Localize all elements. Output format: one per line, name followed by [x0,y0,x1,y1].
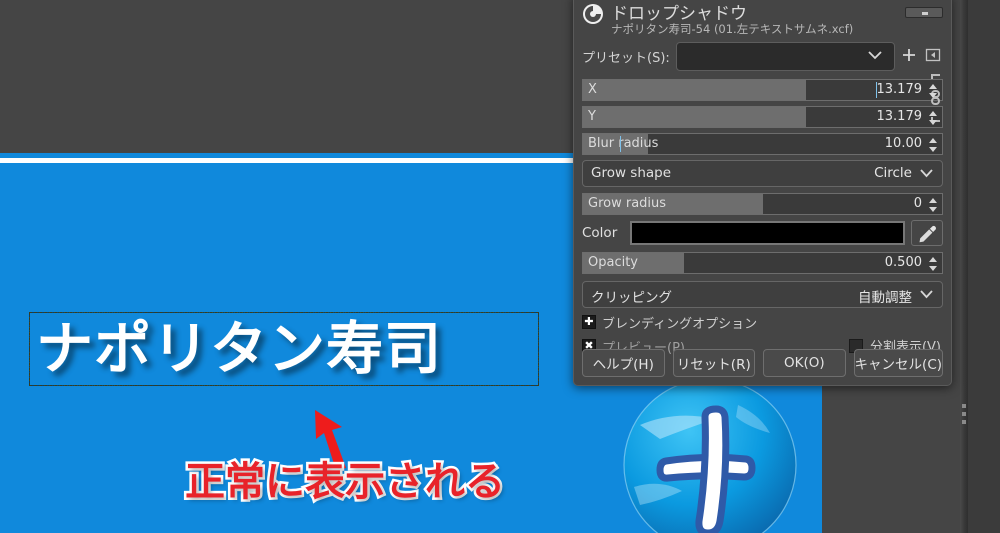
grow-radius-value[interactable]: 0 [914,196,922,211]
preset-add-button[interactable] [901,47,919,65]
globe-logo [620,375,800,533]
y-spinner[interactable] [926,109,940,127]
param-row-x: X 13.179 [582,79,943,102]
eyedropper-icon [919,225,936,243]
grow-shape-combobox[interactable]: Grow shape Circle [582,160,943,187]
param-row-grow-shape: Grow shape Circle [582,160,943,187]
blur-radius-value[interactable]: 10.00 [885,136,922,151]
blur-radius-label: Blur radius [588,136,659,151]
x-label: X [588,82,597,97]
blur-radius-slider[interactable]: Blur radius 10.00 [582,133,943,155]
chevron-down-icon [920,169,933,178]
x-spinner[interactable] [926,82,940,100]
y-slider-fill [583,107,806,127]
ok-button[interactable]: OK(O) [763,349,846,377]
reset-button[interactable]: リセット(R) [672,349,756,377]
dialog-collapse-button[interactable] [905,7,943,18]
y-slider[interactable]: Y 13.179 [582,106,943,128]
help-button[interactable]: ヘルプ(H) [582,349,665,377]
color-picker-button[interactable] [911,220,943,246]
preset-menu-button[interactable] [925,47,943,65]
gimp-window: ナポリタン寿司 正常に表示される ドロップシャドウ ナポリタン寿司-54 (01… [0,0,1000,533]
dock-splitter[interactable] [960,0,968,533]
param-row-color: Color [582,220,943,248]
y-value[interactable]: 13.179 [877,109,923,124]
plus-icon [903,49,915,61]
preset-menu-icon [925,48,941,62]
color-label: Color [582,225,618,241]
opacity-spinner[interactable] [926,255,940,273]
clipping-label: クリッピング [591,290,672,306]
dialog-button-bar: ヘルプ(H) リセット(R) OK(O) キャンセル(C) [582,349,944,377]
param-row-y: Y 13.179 [582,106,943,129]
grow-radius-spinner[interactable] [926,196,940,214]
canvas-main-text[interactable]: ナポリタン寿司 [36,319,532,379]
preset-row: プリセット(S): [582,41,943,71]
clipping-value: 自動調整 [858,290,912,306]
splitter-grip[interactable] [962,404,966,428]
opacity-value[interactable]: 0.500 [885,255,922,270]
grow-radius-slider[interactable]: Grow radius 0 [582,193,943,215]
param-row-opacity: Opacity 0.500 [582,252,943,275]
dialog-subtitle: ナポリタン寿司-54 (01.左テキストサムネ.xcf) [611,22,854,36]
dialog-body: プリセット(S): X 13.179 Y 13.179 Blur radius … [574,39,951,385]
gimp-wilber-icon [583,4,603,24]
y-label: Y [588,109,596,124]
x-slider[interactable]: X 13.179 [582,79,943,101]
clipping-combobox[interactable]: クリッピング 自動調整 [582,281,943,308]
grow-shape-label: Grow shape [591,165,672,181]
drop-shadow-dialog: ドロップシャドウ ナポリタン寿司-54 (01.左テキストサムネ.xcf) プリ… [573,0,952,386]
grow-radius-label: Grow radius [588,196,667,211]
blur-radius-spinner[interactable] [926,136,940,154]
preset-label: プリセット(S): [582,50,670,66]
canvas-caption-text: 正常に表示される [183,457,508,508]
color-swatch[interactable] [630,221,905,245]
grow-shape-value: Circle [874,165,912,181]
param-row-clipping: クリッピング 自動調整 [582,281,943,308]
chevron-down-icon [868,50,882,59]
param-row-blur-radius: Blur radius 10.00 [582,133,943,156]
x-slider-fill [583,80,806,100]
blending-options-expander[interactable]: ✚ ブレンディングオプション [582,312,943,332]
layers-dock: 不透 保護: [968,0,1000,533]
cancel-button[interactable]: キャンセル(C) [853,349,944,377]
opacity-label: Opacity [588,255,639,270]
expander-plus-icon[interactable]: ✚ [582,315,596,329]
param-row-grow-radius: Grow radius 0 [582,193,943,216]
blending-options-label: ブレンディングオプション [602,316,758,332]
preset-combobox[interactable] [675,41,895,71]
opacity-slider[interactable]: Opacity 0.500 [582,252,943,274]
x-value[interactable]: 13.179 [877,82,923,97]
dialog-header: ドロップシャドウ ナポリタン寿司-54 (01.左テキストサムネ.xcf) [574,0,951,40]
chevron-down-icon [920,290,933,299]
